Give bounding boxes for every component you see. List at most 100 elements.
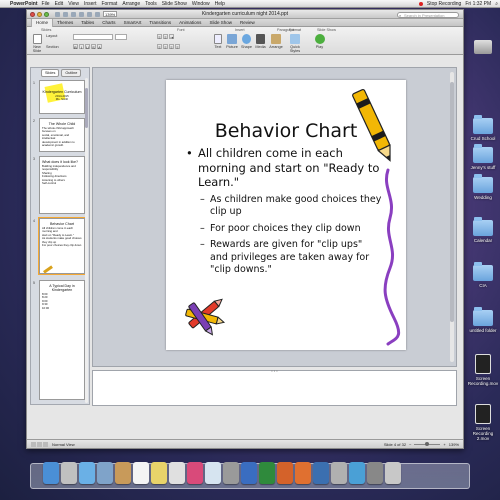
notes-icon[interactable]: [151, 462, 167, 484]
zoom-slider[interactable]: [414, 441, 441, 446]
pane-scrollbar[interactable]: [85, 78, 88, 403]
text-button[interactable]: Text: [212, 34, 224, 49]
menu-app-name[interactable]: PowerPoint: [10, 1, 38, 7]
menu-window[interactable]: Window: [192, 1, 210, 7]
calendar-icon[interactable]: [133, 462, 149, 484]
word-icon[interactable]: [241, 462, 257, 484]
slideshow-view-icon[interactable]: [43, 441, 48, 447]
numbering-button[interactable]: ≡: [163, 34, 168, 40]
tab-tables[interactable]: Tables: [77, 19, 98, 27]
spotlight-icon[interactable]: ⌕: [495, 1, 498, 7]
notes-splitter-icon[interactable]: • • •: [93, 368, 456, 373]
quicktime-icon[interactable]: [313, 462, 329, 484]
tab-themes[interactable]: Themes: [53, 19, 77, 27]
section-button[interactable]: Section: [46, 45, 59, 49]
search-input[interactable]: ⌕ Search in Presentation: [397, 11, 459, 18]
new-icon[interactable]: [55, 11, 60, 17]
tab-outline[interactable]: Outline: [61, 68, 82, 77]
app-icon[interactable]: [331, 462, 347, 484]
tab-slides[interactable]: Slides: [41, 68, 60, 77]
justify-button[interactable]: ≡: [175, 44, 180, 50]
slide-thumbnail[interactable]: Kindergarten Curriculum 2014-2015 Ms. Sm…: [39, 80, 85, 114]
align-left-button[interactable]: ≡: [157, 44, 162, 50]
bold-button[interactable]: B: [73, 44, 78, 50]
shape-button[interactable]: Shape: [240, 34, 253, 49]
menu-arrange[interactable]: Arrange: [122, 1, 140, 7]
zoom-field[interactable]: 139%: [103, 11, 117, 17]
quick-styles-button[interactable]: Quick Styles: [285, 34, 305, 53]
minimize-window-button[interactable]: [37, 11, 42, 17]
desktop-folder-calendar[interactable]: Calendar: [466, 217, 500, 243]
desktop-folder-jennys-stuff[interactable]: Jenny's stuff: [466, 144, 500, 170]
menu-format[interactable]: Format: [101, 1, 117, 7]
safari-icon[interactable]: [79, 462, 95, 484]
slide-thumbnail[interactable]: A Typical Day in Kindergarten 8:00 8:20 …: [39, 280, 85, 400]
redo-icon[interactable]: [95, 11, 100, 17]
font-color-button[interactable]: A: [97, 44, 102, 50]
slide-sorter-icon[interactable]: [37, 441, 42, 447]
desktop-file-screen-recording-2[interactable]: Screen Recording 2.mov: [466, 404, 500, 441]
play-button[interactable]: Play: [313, 34, 326, 49]
desktop-folder-untitled[interactable]: untitled folder: [466, 307, 500, 333]
italic-button[interactable]: I: [79, 44, 84, 50]
reminders-icon[interactable]: [169, 462, 185, 484]
pane-scroll-knob[interactable]: [85, 88, 88, 128]
powerpoint-icon[interactable]: [277, 462, 293, 484]
zoom-out-icon[interactable]: −: [409, 442, 411, 447]
zoom-slider-thumb[interactable]: [425, 441, 430, 446]
firefox-icon[interactable]: [295, 462, 311, 484]
close-window-button[interactable]: [30, 11, 35, 17]
underline-button[interactable]: U: [85, 44, 90, 50]
slide-thumbnail-row[interactable]: 5 A Typical Day in Kindergarten 8:00 8:2…: [33, 280, 85, 400]
tab-transitions[interactable]: Transitions: [145, 19, 175, 27]
align-right-button[interactable]: ≡: [169, 44, 174, 50]
undo-icon[interactable]: [87, 11, 92, 17]
desktop-folder-wedding[interactable]: Wedding: [466, 174, 500, 200]
app-icon[interactable]: [349, 462, 365, 484]
media-button[interactable]: Media: [254, 34, 267, 49]
contacts-icon[interactable]: [115, 462, 131, 484]
slide-thumbnail[interactable]: What does it look like? Building indepen…: [39, 156, 85, 214]
align-center-button[interactable]: ≡: [163, 44, 168, 50]
zoom-window-button[interactable]: [44, 11, 49, 17]
tab-home[interactable]: Home: [31, 18, 54, 27]
photos-icon[interactable]: [205, 462, 221, 484]
menu-slide-show[interactable]: Slide Show: [162, 1, 187, 7]
picture-button[interactable]: Picture: [225, 34, 239, 49]
menu-file[interactable]: File: [42, 1, 50, 7]
trash-icon[interactable]: [385, 462, 401, 484]
open-icon[interactable]: [63, 11, 68, 17]
font-name-field[interactable]: [73, 34, 113, 40]
stop-recording-label[interactable]: Stop Recording: [427, 1, 461, 7]
desktop-drive-icon[interactable]: [466, 40, 500, 54]
clock[interactable]: Fri 1:32 PM: [465, 1, 491, 7]
slide-scrollbar[interactable]: [450, 72, 454, 362]
preferences-icon[interactable]: [223, 462, 239, 484]
finder-icon[interactable]: [43, 462, 59, 484]
slide-thumbnail-selected[interactable]: Behavior Chart All children come in each…: [38, 217, 86, 275]
slide-thumbnail-row-selected[interactable]: 4 Behavior Chart All children come in ea…: [33, 217, 86, 275]
slide-thumbnail-row[interactable]: 2 The Whole Child The whole child approa…: [33, 118, 85, 152]
slide-thumbnail-row[interactable]: 1 Kindergarten Curriculum 2014-2015 Ms. …: [33, 80, 85, 114]
font-size-field[interactable]: [115, 34, 127, 40]
strikethrough-button[interactable]: S: [91, 44, 96, 50]
recording-icon[interactable]: [418, 2, 423, 6]
launchpad-icon[interactable]: [61, 462, 77, 484]
menu-tools[interactable]: Tools: [145, 1, 157, 7]
notes-pane[interactable]: • • •: [92, 368, 457, 406]
tab-slide-show[interactable]: Slide Show: [205, 19, 236, 27]
downloads-stack-icon[interactable]: [367, 462, 383, 484]
print-icon[interactable]: [79, 11, 84, 17]
layout-button[interactable]: Layout: [46, 34, 57, 38]
slide-thumbnail-row[interactable]: 3 What does it look like? Building indep…: [33, 156, 85, 214]
zoom-in-icon[interactable]: +: [443, 442, 445, 447]
itunes-icon[interactable]: [187, 462, 203, 484]
menu-insert[interactable]: Insert: [84, 1, 97, 7]
menu-view[interactable]: View: [68, 1, 79, 7]
tab-charts[interactable]: Charts: [98, 19, 119, 27]
arrange-button[interactable]: Arrange: [268, 34, 284, 49]
slide-scroll-knob[interactable]: [450, 82, 454, 322]
indent-button[interactable]: ⇥: [169, 34, 174, 40]
menu-edit[interactable]: Edit: [55, 1, 64, 7]
normal-view-icon[interactable]: [31, 441, 36, 447]
